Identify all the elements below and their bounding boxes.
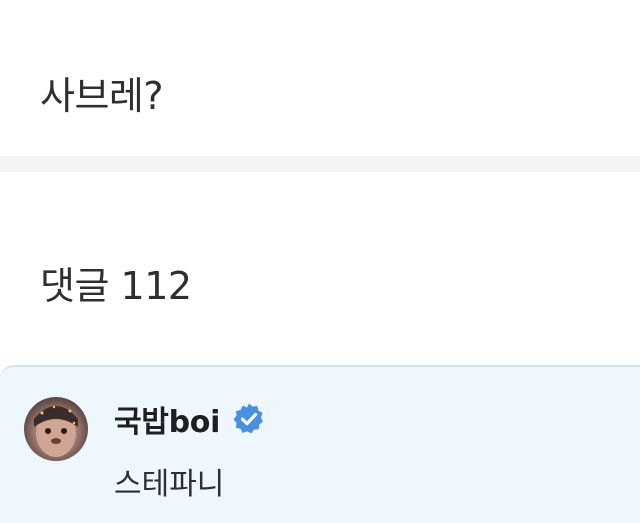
verified-badge-icon — [232, 402, 266, 436]
section-divider — [0, 156, 640, 172]
author-row: 국밥boi — [114, 397, 266, 441]
avatar-image — [34, 405, 78, 457]
comments-label: 댓글 — [40, 264, 109, 308]
comments-space — [109, 264, 121, 308]
avatar[interactable] — [24, 397, 88, 461]
post-page: 사브레? 댓글 112 국밥boi 스테파니 — [0, 0, 640, 523]
comment-text: 스테파니 — [114, 467, 225, 502]
author-name[interactable]: 국밥boi — [114, 397, 220, 441]
post-body: 사브레? — [0, 0, 640, 156]
comments-count: 112 — [120, 264, 193, 308]
comment-item[interactable]: 국밥boi 스테파니 — [0, 365, 640, 523]
comments-header: 댓글 112 — [0, 172, 640, 365]
post-text: 사브레? — [40, 74, 164, 118]
comments-title: 댓글 112 — [40, 262, 192, 310]
